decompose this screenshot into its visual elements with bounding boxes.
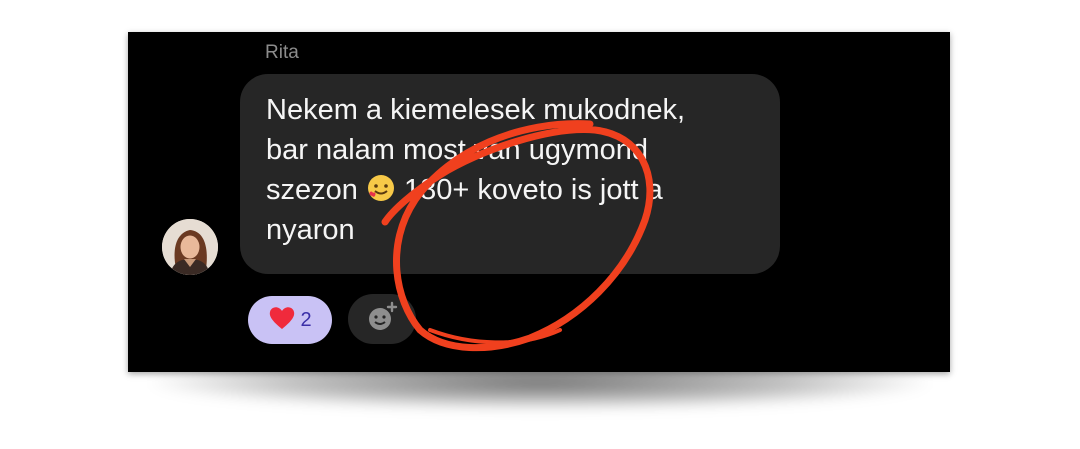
screenshot-stage: Rita Nekem a kiemelesek mukodnek, bar na… — [0, 0, 1080, 449]
sender-name: Rita — [265, 42, 299, 63]
message-line-1: Nekem a kiemelesek mukodnek, — [266, 94, 686, 126]
message-line-3: szezon — [266, 174, 358, 206]
message-bubble[interactable]: Nekem a kiemelesek mukodnek, bar nalam m… — [240, 74, 780, 274]
avatar[interactable] — [162, 219, 218, 275]
heart-icon — [268, 305, 296, 336]
message-line-4: 180+ koveto is jott a — [404, 174, 663, 206]
chat-panel: Rita Nekem a kiemelesek mukodnek, bar na… — [128, 32, 950, 372]
message-line-2: bar nalam most van ugymond — [266, 134, 649, 166]
message-line-5: nyaron — [266, 214, 355, 246]
add-emoji-icon — [365, 300, 399, 339]
message-text: Nekem a kiemelesek mukodnek, bar nalam m… — [266, 90, 766, 250]
reaction-count: 2 — [300, 308, 312, 331]
avatar-photo — [162, 219, 218, 275]
smiling-face-with-hearts-emoji-icon — [366, 173, 396, 203]
add-reaction-button[interactable] — [348, 294, 416, 344]
heart-reaction-chip[interactable]: 2 — [248, 296, 332, 344]
